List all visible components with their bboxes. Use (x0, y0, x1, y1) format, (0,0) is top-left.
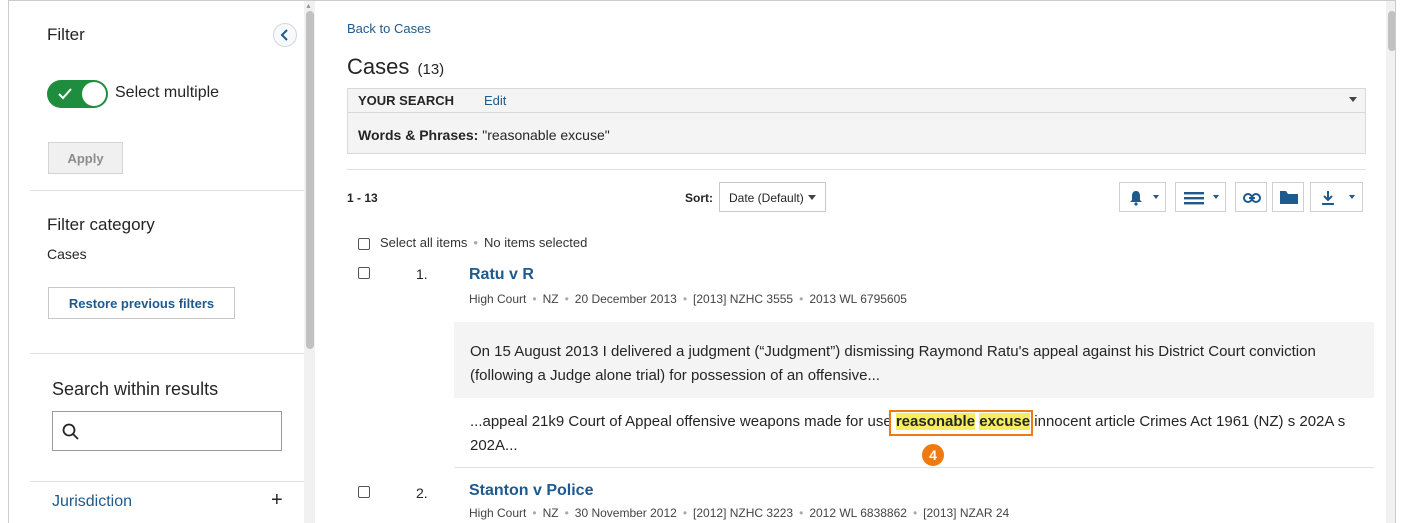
download-button[interactable] (1310, 182, 1363, 212)
separator: • (682, 292, 688, 306)
back-to-cases-link[interactable]: Back to Cases (347, 21, 431, 36)
selected-status: No items selected (483, 235, 588, 250)
view-options-button[interactable] (1175, 182, 1226, 212)
main-scrollbar-thumb[interactable] (1388, 11, 1395, 51)
bell-icon (1130, 191, 1142, 206)
search-icon (62, 423, 79, 440)
your-search-label: YOUR SEARCH (358, 93, 455, 108)
list-view-icon (1184, 192, 1204, 205)
alert-button[interactable] (1119, 182, 1166, 212)
select-all-row: Select all items • No items selected (380, 235, 587, 250)
separator: • (564, 506, 569, 520)
divider (454, 467, 1374, 468)
court: High Court (469, 292, 527, 306)
result-meta: High Court • NZ • 20 December 2013 • [2013] NZ… (469, 292, 907, 306)
divider (30, 353, 304, 354)
page-title-text: Cases (347, 54, 410, 79)
apply-button[interactable]: Apply (48, 142, 123, 174)
search-within-title: Search within results (52, 379, 219, 399)
download-icon (1322, 191, 1334, 205)
citation: 2013 WL 6795605 (809, 292, 907, 306)
jurisdiction: NZ (542, 292, 559, 306)
save-to-folder-button[interactable] (1272, 182, 1304, 212)
edit-search-link[interactable]: Edit (484, 93, 506, 108)
decision-date: 20 December 2013 (574, 292, 677, 306)
separator: • (564, 292, 569, 306)
toggle-knob (82, 82, 106, 106)
results-pane: Back to Cases Cases (13) YOUR SEARCH Edi… (316, 1, 1386, 523)
annotation-badge: 4 (920, 442, 946, 468)
restore-filters-button[interactable]: Restore previous filters (48, 287, 235, 319)
jurisdiction: NZ (542, 506, 559, 520)
sidebar-scrollbar-thumb[interactable] (306, 11, 314, 349)
search-within-field[interactable] (52, 411, 282, 451)
expand-jurisdiction-button[interactable]: + (271, 489, 283, 512)
page-title: Cases (13) (347, 54, 444, 80)
citation: [2013] NZHC 3555 (693, 292, 794, 306)
separator: • (532, 506, 537, 520)
chevron-down-icon (808, 195, 816, 200)
result-range: 1 - 13 (347, 191, 378, 205)
result-number: 1. (416, 266, 428, 282)
sort-label: Sort: (685, 191, 713, 205)
select-multiple-toggle[interactable] (47, 80, 108, 108)
jurisdiction-filter[interactable]: Jurisdiction (52, 493, 132, 511)
separator: • (473, 235, 478, 250)
result-count: (13) (417, 61, 445, 78)
copy-link-button[interactable] (1235, 182, 1267, 212)
search-terms-label: Words & Phrases: (358, 127, 479, 143)
result-number: 2. (416, 485, 428, 501)
divider (30, 190, 304, 191)
collapse-sidebar-button[interactable] (273, 23, 297, 47)
divider (347, 169, 1366, 170)
citation: 2012 WL 6838862 (809, 506, 907, 520)
main-scrollbar[interactable] (1386, 1, 1395, 523)
divider (30, 481, 304, 482)
your-search-panel: YOUR SEARCH Edit Words & Phrases: "reaso… (347, 88, 1366, 154)
chevron-down-icon (1349, 195, 1355, 199)
result-checkbox[interactable] (358, 267, 370, 279)
filter-category-value: Cases (47, 246, 87, 262)
chevron-left-icon (280, 29, 288, 41)
result-checkbox[interactable] (358, 486, 370, 498)
chevron-down-icon (1213, 195, 1219, 199)
chevron-down-icon (1153, 195, 1159, 199)
decision-date: 30 November 2012 (574, 506, 677, 520)
checkmark-icon (58, 88, 72, 100)
citation: [2012] NZHC 3223 (693, 506, 794, 520)
result-title-link[interactable]: Stanton v Police (469, 482, 593, 500)
result-title-link[interactable]: Ratu v R (469, 266, 534, 284)
separator: • (682, 506, 688, 520)
search-term-highlight: excuse (979, 413, 1031, 430)
expand-search-caret-icon[interactable] (1349, 97, 1357, 102)
result-summary: On 15 August 2013 I delivered a judgment… (454, 322, 1374, 398)
separator: • (799, 506, 804, 520)
snippet-text: ...appeal 21k9 Court of Appeal offensive… (470, 413, 896, 430)
select-all-checkbox[interactable] (358, 238, 370, 250)
citation: [2013] NZAR 24 (923, 506, 1010, 520)
search-term-highlight: reasonable (895, 413, 976, 430)
separator: • (799, 292, 804, 306)
court: High Court (469, 506, 527, 520)
filter-title: Filter (47, 25, 85, 44)
filter-category-title: Filter category (47, 215, 155, 234)
separator: • (532, 292, 537, 306)
search-terms-value: "reasonable excuse" (482, 127, 610, 143)
filter-sidebar: Filter Select multiple Apply Filter cate… (9, 1, 316, 523)
app-frame: Filter Select multiple Apply Filter cate… (8, 0, 1396, 523)
result-meta: High Court • NZ • 30 November 2012 • [2012] NZ… (469, 506, 1009, 520)
sort-dropdown[interactable]: Date (Default) (719, 182, 826, 212)
search-terms: Words & Phrases: "reasonable excuse" (358, 127, 610, 143)
folder-icon (1280, 191, 1298, 204)
sort-value: Date (Default) (729, 191, 804, 205)
select-multiple-label: Select multiple (115, 84, 220, 101)
search-within-input[interactable] (87, 412, 277, 450)
result-summary-text: On 15 August 2013 I delivered a judgment… (470, 343, 1316, 384)
scroll-up-arrow-icon[interactable]: ▲ (305, 3, 312, 10)
select-all-label[interactable]: Select all items (380, 235, 467, 250)
link-icon (1243, 193, 1261, 203)
your-search-header: YOUR SEARCH Edit (348, 89, 1365, 113)
separator: • (912, 506, 918, 520)
result-snippet: ...appeal 21k9 Court of Appeal offensive… (454, 410, 1374, 458)
